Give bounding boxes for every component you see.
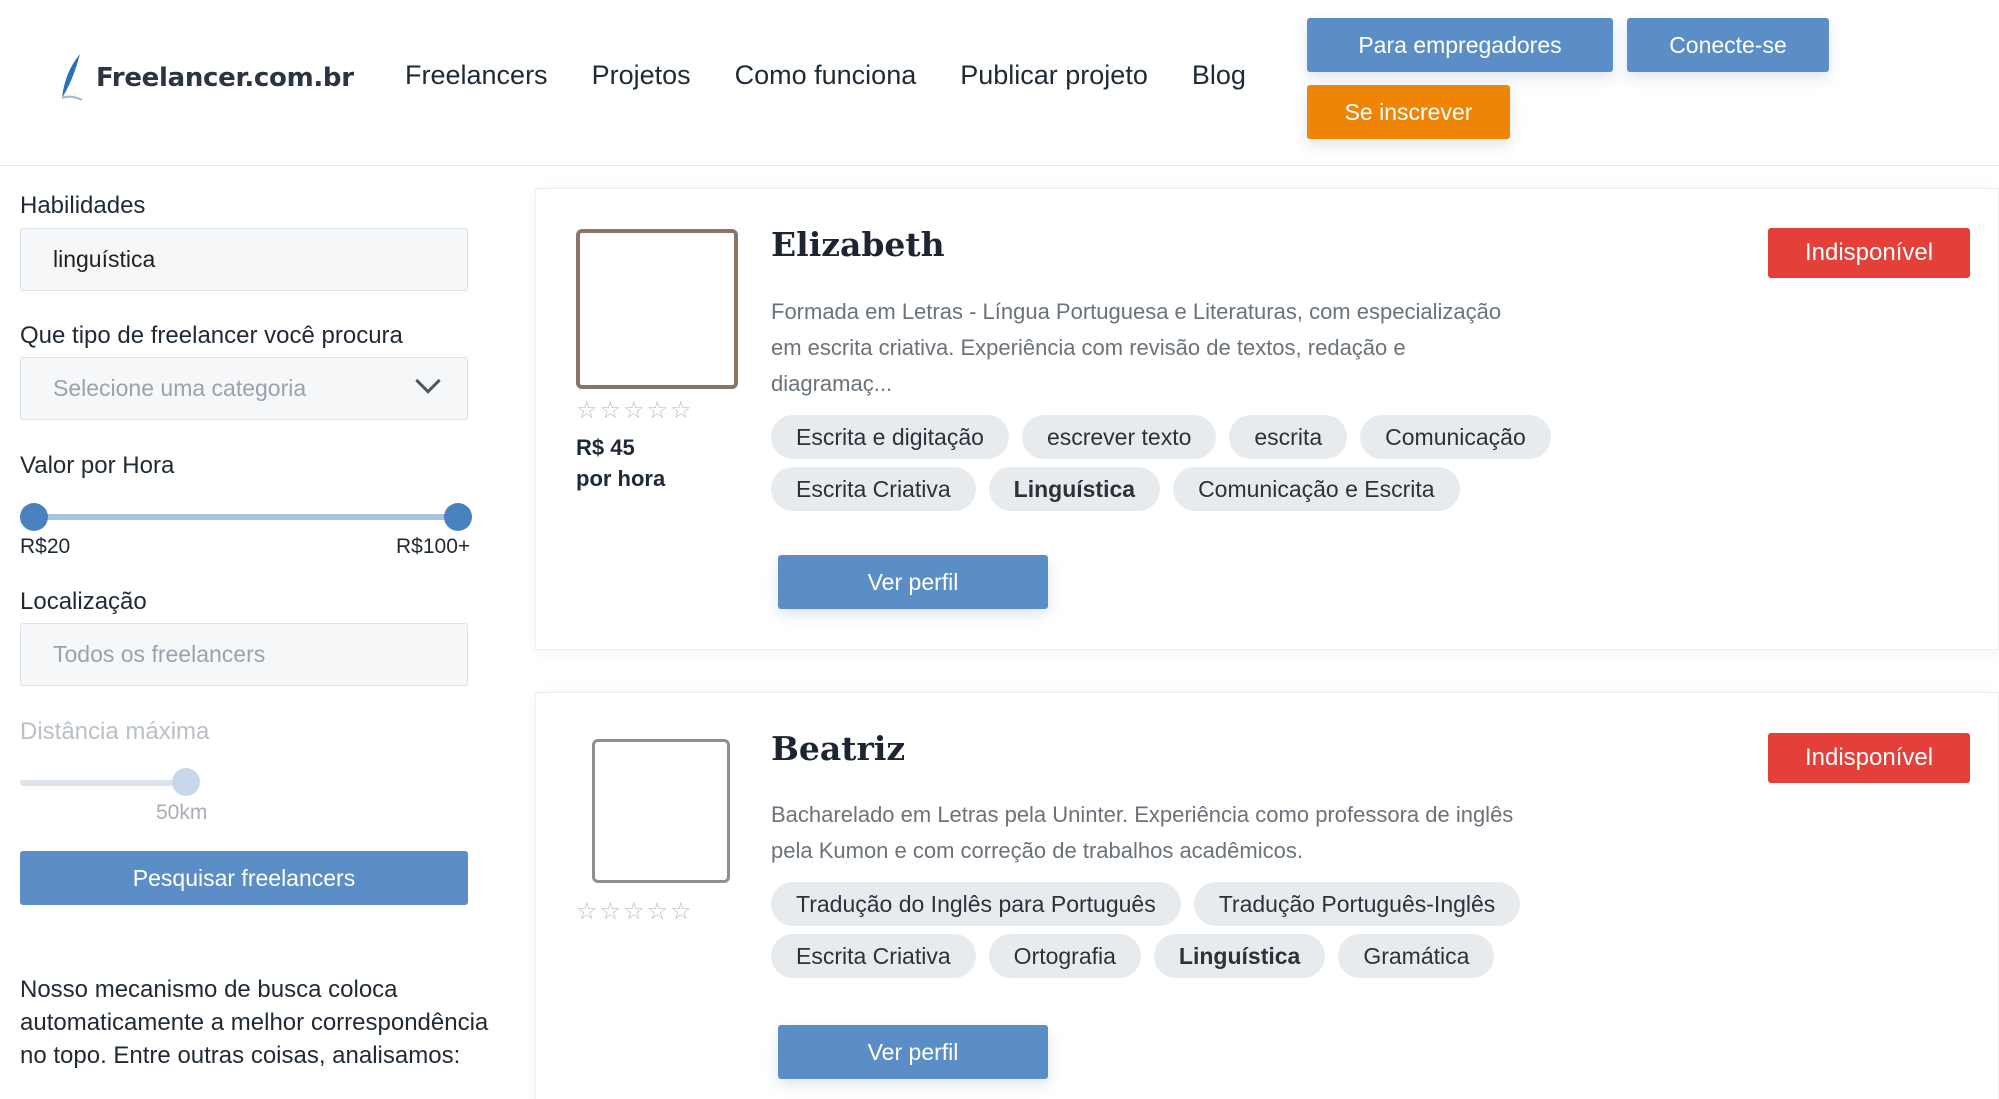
category-placeholder: Selecione uma categoria [53,375,307,401]
skill-tag[interactable]: Escrita e digitação [771,415,1009,459]
rate-min-value: R$20 [20,535,71,558]
skill-tag[interactable]: Ortografia [988,934,1141,978]
skill-tags: Tradução do Inglês para Português Traduç… [771,882,1671,986]
filter-sidebar: Habilidades linguística Que tipo de free… [0,167,520,1099]
skill-tag[interactable]: Comunicação [1360,415,1551,459]
chevron-down-icon [415,368,441,394]
location-label: Localização [20,588,147,615]
category-label: Que tipo de freelancer você procura [20,322,403,349]
signup-button[interactable]: Se inscrever [1307,85,1510,139]
rating-stars: ☆☆☆☆☆ [576,397,694,424]
skill-tags: Escrita e digitação escrever texto escri… [771,415,1671,519]
skill-tag-matched[interactable]: Linguística [988,467,1161,511]
nav-blog[interactable]: Blog [1192,60,1246,91]
logo-text: Freelancer.com.br [96,63,354,93]
rating-stars: ☆☆☆☆☆ [576,898,694,925]
rate-max-handle[interactable] [444,503,472,531]
nav-publicar-projeto[interactable]: Publicar projeto [960,60,1148,91]
skill-tag[interactable]: escrever texto [1021,415,1217,459]
freelancer-card: ☆☆☆☆☆ Beatriz Indisponível Bacharelado e… [535,692,1999,1099]
skill-tag[interactable]: Tradução do Inglês para Português [771,882,1181,926]
top-header: Freelancer.com.br Freelancers Projetos C… [0,0,1999,166]
nav-como-funciona[interactable]: Como funciona [735,60,917,91]
rate-amount: R$ 45 [576,435,635,460]
skill-tag[interactable]: Gramática [1338,934,1495,978]
login-button[interactable]: Conecte-se [1627,18,1829,72]
freelancer-card: ☆☆☆☆☆ R$ 45 por hora Elizabeth Indisponí… [535,188,1999,650]
rate-label: Valor por Hora [20,452,175,479]
freelancer-description: Formada em Letras - Língua Portuguesa e … [771,299,1502,396]
view-profile-button[interactable]: Ver perfil [778,555,1048,609]
distance-handle[interactable] [172,768,200,796]
main-nav: Freelancers Projetos Como funciona Publi… [405,60,1290,91]
avatar[interactable] [592,739,730,883]
skill-tag[interactable]: Comunicação e Escrita [1173,467,1460,511]
rate-min-handle[interactable] [20,503,48,531]
skill-tag[interactable]: Tradução Português-Inglês [1193,882,1521,926]
skills-label: Habilidades [20,192,146,219]
feather-logo-icon [61,54,83,101]
avatar[interactable] [576,229,738,389]
rate-unit: por hora [576,466,666,491]
distance-slider-track[interactable] [20,780,186,786]
skill-tag[interactable]: Escrita Criativa [771,934,976,978]
rate-max-value: R$100+ [396,535,471,558]
view-profile-button[interactable]: Ver perfil [778,1025,1048,1079]
skill-tag-matched[interactable]: Linguística [1153,934,1326,978]
skill-tag[interactable]: escrita [1229,415,1348,459]
employers-button[interactable]: Para empregadores [1307,18,1613,72]
search-freelancers-button[interactable]: Pesquisar freelancers [20,851,468,905]
category-select[interactable]: Selecione uma categoria [20,357,468,420]
status-badge: Indisponível [1768,733,1970,783]
nav-freelancers[interactable]: Freelancers [405,60,548,91]
freelancer-description: Bacharelado em Letras pela Uninter. Expe… [771,802,1514,863]
status-badge: Indisponível [1768,228,1970,278]
site-logo[interactable]: Freelancer.com.br [58,52,354,104]
distance-value: 50km [156,801,208,824]
skills-input[interactable]: linguística [20,228,468,291]
freelancer-name[interactable]: Elizabeth [771,225,945,264]
skill-tag[interactable]: Escrita Criativa [771,467,976,511]
distance-label: Distância máxima [20,718,210,745]
hourly-rate: R$ 45 por hora [576,432,665,494]
rate-slider-track[interactable] [34,514,458,520]
search-info-note: Nosso mecanismo de busca coloca automati… [20,976,489,1069]
freelancer-name[interactable]: Beatriz [771,729,905,768]
nav-projetos[interactable]: Projetos [592,60,691,91]
location-input[interactable]: Todos os freelancers [20,623,468,686]
